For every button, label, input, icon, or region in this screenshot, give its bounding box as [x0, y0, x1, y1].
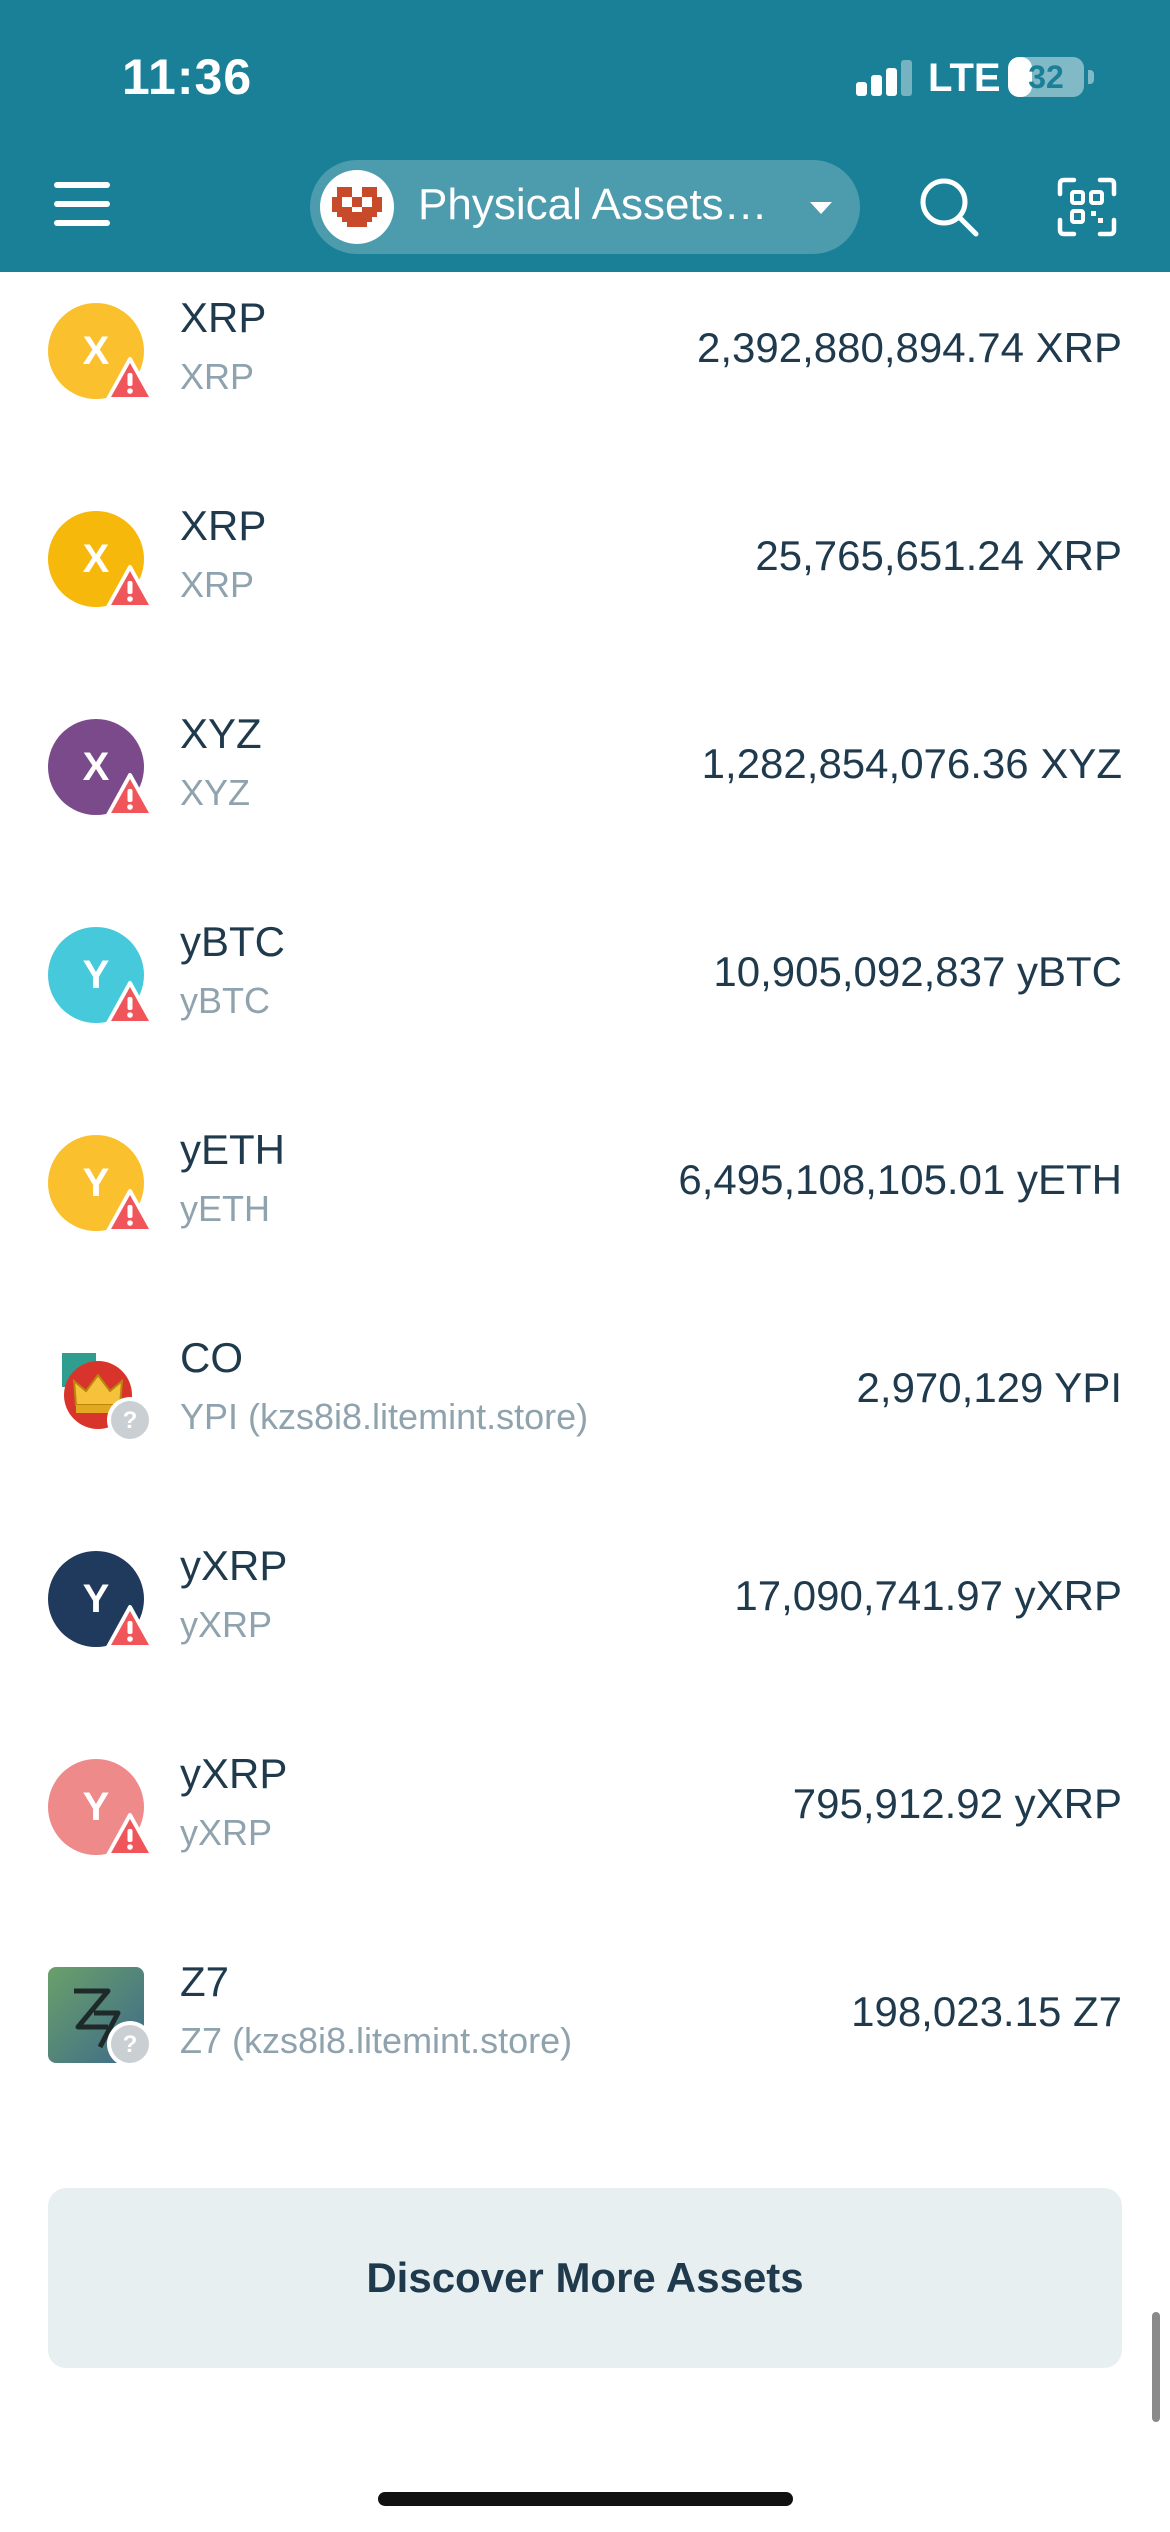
asset-row[interactable]: X XRP XRP 2,392,880,894.74 XRP — [0, 280, 1170, 490]
asset-row[interactable]: YyBTC yBTC 10,905,092,837 yBTC — [0, 904, 1170, 1114]
unknown-asset-icon: ? — [106, 2020, 154, 2067]
chevron-down-icon — [810, 202, 832, 214]
home-indicator[interactable] — [378, 2492, 793, 2506]
unknown-asset-icon: ? — [106, 1396, 154, 1443]
battery-level: 32 — [1028, 59, 1064, 95]
asset-balance: 17,090,741.97 yXRP — [734, 1572, 1122, 1619]
asset-balance: 10,905,092,837 yBTC — [713, 948, 1122, 995]
asset-row[interactable]: X XYZ XYZ 1,282,854,076.36 XYZ — [0, 696, 1170, 906]
asset-issuer: yXRP — [180, 1604, 273, 1645]
battery-tip — [1088, 70, 1094, 84]
asset-name: yXRP — [180, 1750, 288, 1797]
account-name: Physical Assets… — [418, 180, 768, 229]
asset-balance: 6,495,108,105.01 yETH — [678, 1156, 1122, 1203]
asset-balance: 198,023.15 Z7 — [851, 1988, 1122, 2035]
svg-text:?: ? — [123, 2031, 138, 2058]
asset-row[interactable]: YyETH yETH 6,495,108,105.01 yETH — [0, 1112, 1170, 1322]
warning-icon — [106, 356, 154, 402]
status-time: 11:36 — [122, 49, 253, 105]
warning-icon — [106, 564, 154, 610]
asset-name: XRP — [180, 294, 267, 341]
asset-issuer: Z7 (kzs8i8.litemint.store) — [180, 2020, 573, 2061]
network-type: LTE — [928, 56, 1001, 100]
qr-scan-icon[interactable] — [1056, 176, 1118, 238]
warning-icon — [106, 1812, 154, 1858]
asset-name: XYZ — [180, 710, 262, 757]
warning-icon — [106, 772, 154, 818]
asset-name: yBTC — [180, 918, 285, 965]
asset-issuer: yXRP — [180, 1812, 273, 1853]
asset-issuer: XYZ — [180, 772, 251, 813]
asset-balance: 795,912.92 yXRP — [792, 1780, 1122, 1827]
hamburger-menu-icon[interactable] — [54, 178, 114, 230]
asset-issuer: XRP — [180, 356, 255, 397]
asset-row[interactable]: YyXRP yXRP 17,090,741.97 yXRP — [0, 1528, 1170, 1738]
asset-name: yXRP — [180, 1542, 288, 1589]
asset-issuer: XRP — [180, 564, 255, 605]
asset-issuer: yETH — [180, 1188, 270, 1229]
battery-icon: 32 — [1008, 57, 1084, 97]
account-selector[interactable]: Physical Assets… — [310, 160, 860, 254]
asset-balance: 1,282,854,076.36 XYZ — [701, 740, 1122, 787]
asset-row[interactable]: ? Z7 Z7 (kzs8i8.litemint.store) 198,023.15 … — [0, 1944, 1170, 2154]
asset-name: Z7 — [180, 1958, 230, 2005]
cellular-signal-icon — [856, 60, 912, 96]
asset-name: CO — [180, 1334, 243, 1381]
warning-icon — [106, 1604, 154, 1650]
asset-balance: 25,765,651.24 XRP — [755, 532, 1122, 579]
asset-issuer: yBTC — [180, 980, 270, 1021]
asset-name: yETH — [180, 1126, 285, 1173]
account-avatar — [320, 170, 394, 244]
search-icon[interactable] — [918, 176, 980, 238]
discover-more-assets-button[interactable]: Discover More Assets — [48, 2188, 1122, 2368]
scrollbar[interactable] — [1152, 2312, 1160, 2422]
asset-balance: 2,392,880,894.74 XRP — [696, 324, 1122, 371]
asset-issuer: YPI (kzs8i8.litemint.store) — [180, 1396, 589, 1437]
asset-row[interactable]: ? CO YPI (kzs8i8.litemint.store) 2,970,129 … — [0, 1320, 1170, 1530]
warning-icon — [106, 1188, 154, 1234]
warning-icon — [106, 980, 154, 1026]
asset-name: XRP — [180, 502, 267, 549]
app-header: 11:36 LTE 32 Physical Assets… — [0, 0, 1170, 272]
svg-text:?: ? — [123, 1407, 138, 1434]
asset-row[interactable]: YyXRP yXRP 795,912.92 yXRP — [0, 1736, 1170, 1946]
asset-balance: 2,970,129 YPI — [856, 1364, 1122, 1411]
asset-row[interactable]: X XRP XRP 25,765,651.24 XRP — [0, 488, 1170, 698]
pixel-heart-icon — [332, 187, 382, 227]
